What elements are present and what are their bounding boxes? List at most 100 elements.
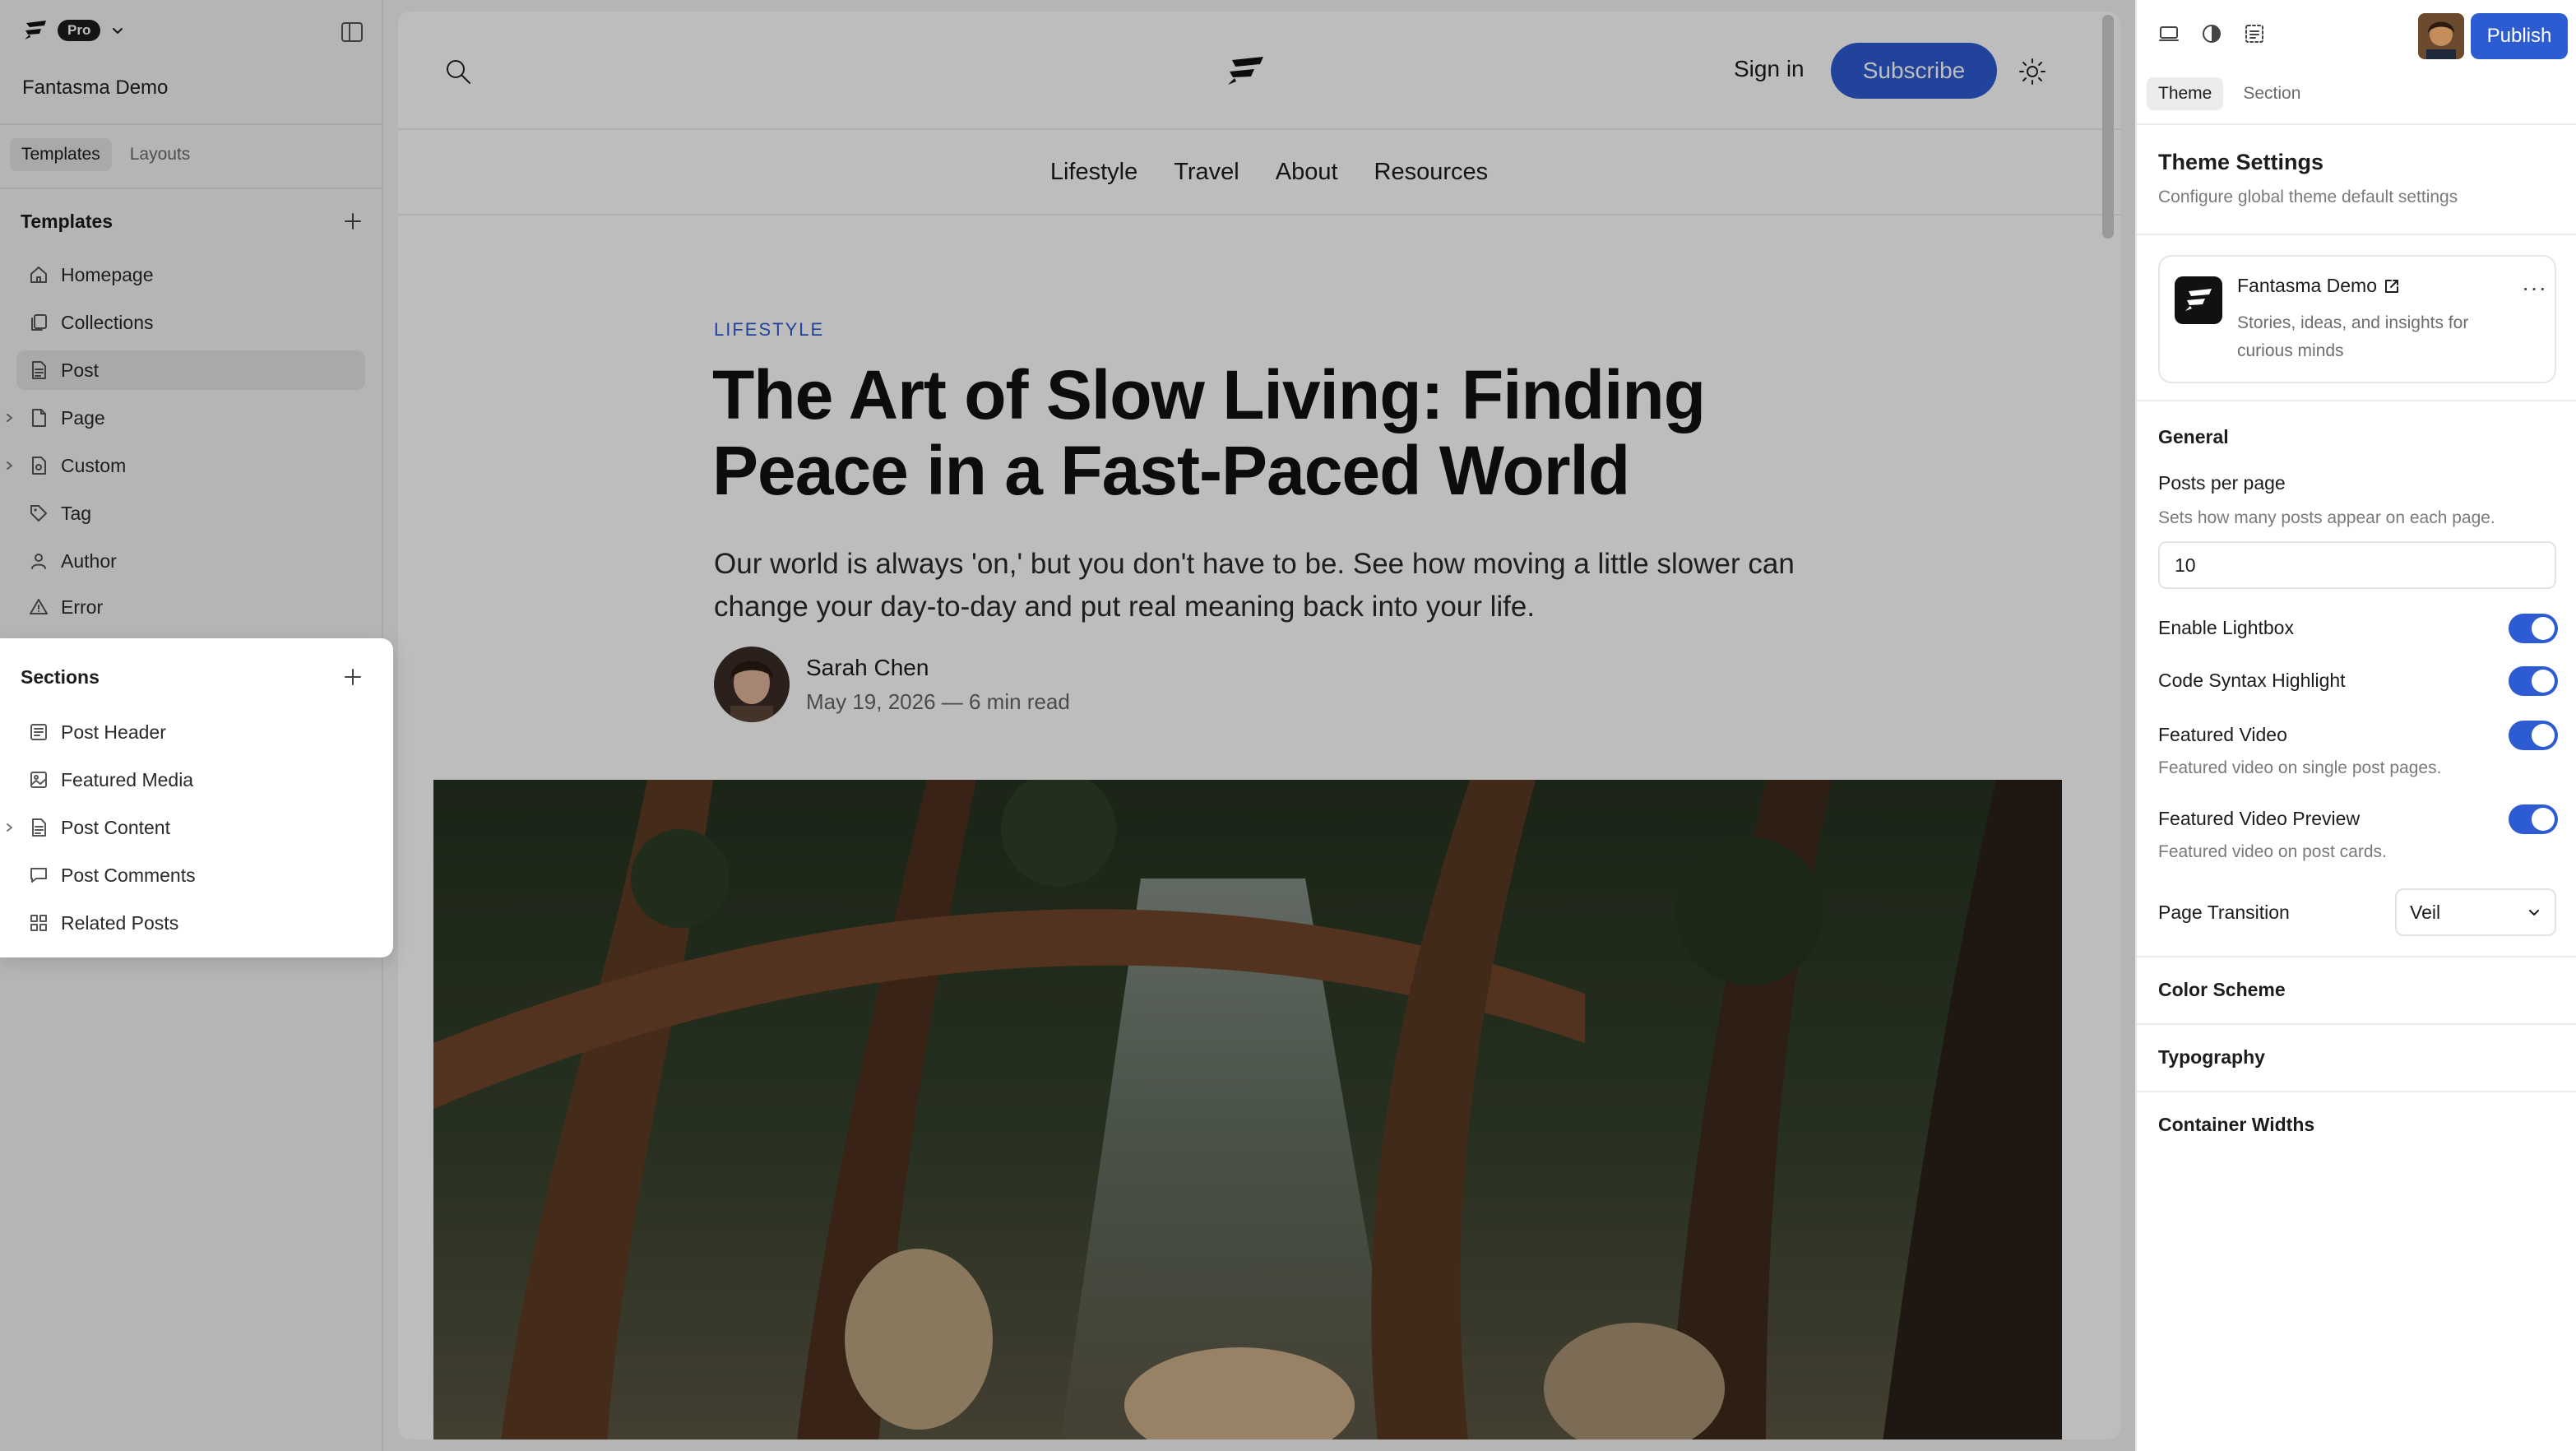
desktop-icon[interactable]	[2158, 23, 2180, 44]
chevron-right-icon[interactable]	[3, 460, 15, 471]
template-item-custom[interactable]: Custom	[7, 446, 365, 485]
workspace-switcher[interactable]: Pro	[23, 20, 125, 41]
chevron-right-icon[interactable]	[3, 412, 15, 424]
posts-per-page-label: Posts per page	[2158, 472, 2286, 494]
avatar[interactable]	[2418, 13, 2464, 59]
sections-heading: Sections	[21, 666, 100, 688]
section-item-featured-media[interactable]: Featured Media	[16, 760, 365, 800]
templates-heading: Templates	[21, 211, 114, 232]
sections-panel: Sections Post Header Featured Media Post…	[0, 638, 393, 957]
panel-subtitle: Configure global theme default settings	[2158, 188, 2458, 206]
page-transition-label: Page Transition	[2158, 902, 2290, 923]
section-item-post-header[interactable]: Post Header	[16, 712, 365, 752]
posts-per-page-input[interactable]: 10	[2158, 541, 2556, 589]
publish-button[interactable]: Publish	[2471, 13, 2568, 59]
template-label: Custom	[61, 454, 127, 476]
divider	[2137, 400, 2576, 401]
contrast-icon[interactable]	[2201, 23, 2222, 44]
section-item-post-content[interactable]: Post Content	[7, 808, 365, 847]
tab-templates[interactable]: Templates	[10, 138, 112, 171]
toggle-help: Featured video on single post pages.	[2158, 758, 2442, 777]
page-icon	[16, 408, 61, 428]
template-item-homepage[interactable]: Homepage	[16, 255, 365, 294]
template-label: Collections	[61, 311, 154, 333]
plan-badge: Pro	[58, 20, 101, 41]
divider	[0, 123, 383, 125]
home-icon	[16, 265, 61, 285]
site-logo-icon[interactable]	[1225, 56, 1265, 86]
nav-link-about[interactable]: About	[1276, 159, 1338, 186]
grid-icon	[16, 913, 61, 933]
code-syntax-toggle[interactable]	[2509, 666, 2558, 696]
typography-section[interactable]: Typography	[2158, 1046, 2265, 1069]
enable-lightbox-toggle[interactable]	[2509, 614, 2558, 643]
color-scheme-section[interactable]: Color Scheme	[2158, 979, 2286, 1001]
add-template-icon[interactable]	[342, 211, 364, 232]
panel-toggle-icon[interactable]	[341, 21, 364, 43]
nav-link-travel[interactable]: Travel	[1174, 159, 1239, 186]
site-card-description: Stories, ideas, and insights for curious…	[2237, 313, 2469, 360]
search-icon[interactable]	[444, 58, 472, 86]
site-card[interactable]: Fantasma Demo Stories, ideas, and insigh…	[2158, 255, 2556, 383]
nav-link-lifestyle[interactable]: Lifestyle	[1050, 159, 1137, 186]
tab-section[interactable]: Section	[2231, 77, 2312, 110]
signin-link[interactable]: Sign in	[1734, 56, 1805, 82]
divider	[2137, 956, 2576, 957]
template-item-error[interactable]: Error	[16, 587, 365, 627]
more-options-icon[interactable]: ···	[2522, 275, 2547, 301]
preview-canvas: Sign in Subscribe Lifestyle Travel About…	[398, 12, 2120, 1439]
author-name[interactable]: Sarah Chen	[806, 655, 929, 681]
template-item-tag[interactable]: Tag	[16, 494, 365, 533]
add-section-icon[interactable]	[342, 666, 364, 688]
divider	[2137, 1023, 2576, 1025]
avatar[interactable]	[714, 647, 790, 722]
post-meta: May 19, 2026 — 6 min read	[806, 689, 1070, 714]
toggle-label: Enable Lightbox	[2158, 617, 2294, 638]
nav-link-resources[interactable]: Resources	[1374, 159, 1489, 186]
template-item-collections[interactable]: Collections	[16, 303, 365, 342]
template-label: Page	[61, 406, 105, 429]
chevron-down-icon	[2527, 905, 2541, 920]
sun-icon[interactable]	[2018, 58, 2046, 86]
page-transition-value: Veil	[2410, 901, 2441, 923]
section-item-related-posts[interactable]: Related Posts	[16, 903, 365, 943]
settings-panel: Publish Theme Section Theme Settings Con…	[2135, 0, 2576, 1451]
code-icon[interactable]	[2244, 23, 2265, 44]
featured-video-preview-toggle[interactable]	[2509, 804, 2558, 834]
subscribe-button[interactable]: Subscribe	[1831, 43, 1997, 99]
site-name: Fantasma Demo	[22, 76, 169, 99]
template-item-page[interactable]: Page	[7, 398, 365, 438]
featured-video-toggle[interactable]	[2509, 721, 2558, 750]
scrollbar[interactable]	[2102, 15, 2114, 239]
post-title: The Art of Slow Living: Finding Peace in…	[712, 356, 1706, 509]
post-tag[interactable]: LIFESTYLE	[714, 319, 824, 341]
chevron-right-icon[interactable]	[3, 822, 15, 833]
warning-icon	[16, 597, 61, 617]
general-heading: General	[2158, 426, 2229, 447]
left-tabs: Templates Layouts	[10, 138, 202, 171]
custom-icon	[16, 456, 61, 475]
tab-layouts[interactable]: Layouts	[118, 138, 202, 171]
section-label: Post Comments	[61, 864, 196, 886]
post-excerpt: Our world is always 'on,' but you don't …	[714, 548, 1795, 623]
template-label: Tag	[61, 502, 92, 524]
template-label: Homepage	[61, 263, 154, 285]
section-label: Featured Media	[61, 768, 194, 790]
toggle-help: Featured video on post cards.	[2158, 842, 2387, 861]
container-widths-section[interactable]: Container Widths	[2158, 1114, 2314, 1136]
page-transition-select[interactable]: Veil	[2395, 888, 2556, 936]
section-item-post-comments[interactable]: Post Comments	[16, 855, 365, 895]
external-link-icon[interactable]	[2384, 278, 2400, 294]
user-icon	[16, 551, 61, 571]
document-icon	[16, 818, 61, 837]
tab-theme[interactable]: Theme	[2147, 77, 2224, 110]
template-item-author[interactable]: Author	[16, 541, 365, 581]
site-logo-icon	[2175, 276, 2222, 324]
template-item-post[interactable]: Post	[16, 350, 365, 390]
site-card-name: Fantasma Demo	[2237, 275, 2400, 297]
section-label: Post Content	[61, 816, 170, 838]
toggle-label: Code Syntax Highlight	[2158, 670, 2346, 691]
divider	[0, 188, 383, 189]
section-label: Post Header	[61, 721, 166, 743]
site-card-title: Fantasma Demo	[2237, 275, 2378, 296]
